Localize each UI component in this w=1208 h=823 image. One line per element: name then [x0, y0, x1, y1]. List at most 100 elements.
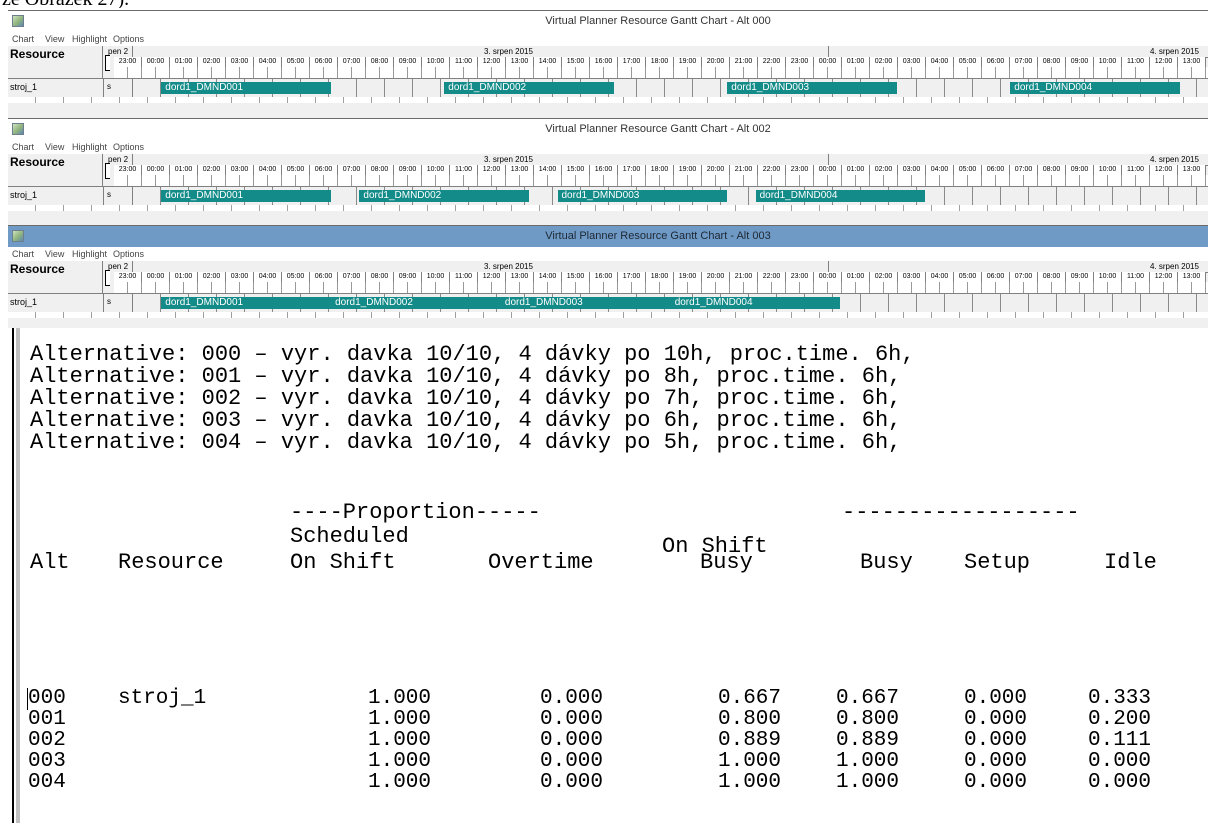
col-busy: Busy — [860, 550, 913, 575]
hour-label: 04:00 — [926, 57, 954, 67]
hour-label: 14:00 — [534, 57, 562, 67]
cell-overtime: 0.000 — [540, 687, 604, 710]
hour-label: 18:00 — [646, 57, 674, 67]
hour-label: 01:00 — [170, 272, 198, 282]
hour-label: 12:00 — [1150, 57, 1178, 67]
hour-label: 00:00 — [814, 272, 842, 282]
window-titlebar[interactable]: Virtual Planner Resource Gantt Chart - A… — [8, 118, 1208, 140]
hour-label: 14:00 — [534, 272, 562, 282]
menu-chart[interactable]: Chart — [12, 34, 34, 44]
report-border-shade — [16, 328, 20, 823]
alternative-line: Alternative: 002 – vyr. davka 10/10, 4 d… — [30, 386, 902, 411]
resource-row[interactable]: stroj_1 s dord1_DMND001 dord1_DMND002 dord… — [8, 78, 1208, 97]
hour-label: 15:00 — [562, 165, 590, 175]
menu-options[interactable]: Options — [113, 249, 144, 259]
menu-highlight[interactable]: Highlight — [72, 142, 107, 152]
window-titlebar[interactable]: Virtual Planner Resource Gantt Chart - A… — [8, 10, 1208, 32]
hour-label: 20:00 — [702, 165, 730, 175]
gantt-bar[interactable]: dord1_DMND003 — [727, 82, 898, 94]
cell-overtime: 0.000 — [540, 771, 604, 794]
hour-label: 12:00 — [478, 272, 506, 282]
cell-setup: 0.000 — [964, 729, 1028, 752]
hour-label: 07:00 — [1010, 272, 1038, 282]
menu-options[interactable]: Options — [113, 142, 144, 152]
cell-on-shift: 1.000 — [368, 708, 432, 731]
gantt-window-2[interactable]: Virtual Planner Resource Gantt Chart - A… — [8, 225, 1208, 329]
gantt-bar[interactable]: dord1_DMND002 — [444, 82, 615, 94]
menu-view[interactable]: View — [45, 142, 64, 152]
hour-label: 00:00 — [142, 272, 170, 282]
hour-label: 11:00 — [450, 165, 478, 175]
hour-label: 01:00 — [842, 272, 870, 282]
menu-highlight[interactable]: Highlight — [72, 34, 107, 44]
gantt-window-1[interactable]: Virtual Planner Resource Gantt Chart - A… — [8, 118, 1208, 226]
cell-resource: stroj_1 — [118, 687, 207, 710]
col-on-shift: On Shift — [290, 550, 396, 575]
menu-highlight[interactable]: Highlight — [72, 249, 107, 259]
hour-label: 02:00 — [870, 57, 898, 67]
gantt-bar[interactable]: dord1_DMND004 — [755, 190, 926, 202]
gantt-bar[interactable]: dord1_DMND002 — [331, 297, 501, 309]
gantt-bar[interactable]: dord1_DMND003 — [557, 190, 728, 202]
menu-chart[interactable]: Chart — [12, 249, 34, 259]
resource-name: stroj_1 — [10, 190, 38, 200]
day-label-1: 3. srpen 2015 — [484, 155, 533, 164]
gantt-bar[interactable]: dord1_DMND001 — [161, 82, 332, 94]
hour-label: 08:00 — [1038, 165, 1066, 175]
hour-label: 13:00 — [1178, 57, 1206, 67]
window-title: Virtual Planner Resource Gantt Chart - A… — [545, 123, 771, 135]
hour-label: 01:00 — [170, 57, 198, 67]
gantt-bar[interactable]: dord1_DMND001 — [161, 190, 332, 202]
cell-on-shift-busy: 1.000 — [718, 771, 782, 794]
menu-chart[interactable]: Chart — [12, 142, 34, 152]
hour-label: 11:00 — [450, 57, 478, 67]
cell-busy: 0.800 — [836, 708, 900, 731]
document-fragment: ze Obrazek 27). — [0, 0, 1208, 8]
hour-label: 15:00 — [562, 57, 590, 67]
day-divider — [828, 46, 829, 57]
gantt-bar[interactable]: dord1_DMND003 — [500, 297, 671, 309]
hour-label: 00:00 — [814, 57, 842, 67]
resource-row[interactable]: stroj_1 s dord1_DMND001 dord1_DMND002 dord… — [8, 186, 1208, 205]
hour-label: 03:00 — [226, 272, 254, 282]
row-subgrid — [8, 97, 1208, 103]
gantt-bar[interactable]: dord1_DMND004 — [1010, 82, 1181, 94]
hour-label: 21:00 — [730, 165, 758, 175]
gantt-window-0[interactable]: Virtual Planner Resource Gantt Chart - A… — [8, 10, 1208, 118]
hour-label: 02:00 — [870, 165, 898, 175]
menu-options[interactable]: Options — [113, 34, 144, 44]
gantt-bar[interactable]: dord1_DMND002 — [359, 190, 530, 202]
hour-label: 11:00 — [1122, 165, 1150, 175]
window-title: Virtual Planner Resource Gantt Chart - A… — [545, 230, 771, 242]
hour-label: 03:00 — [226, 165, 254, 175]
hour-label: 05:00 — [282, 272, 310, 282]
resource-header[interactable]: Resource — [10, 154, 103, 186]
hour-label: 23:00 — [114, 165, 142, 175]
resource-row[interactable]: stroj_1 s dord1_DMND001 dord1_DMND002 dord… — [8, 293, 1208, 312]
hour-label: 06:00 — [310, 57, 338, 67]
menu-view[interactable]: View — [45, 249, 64, 259]
cell-setup: 0.000 — [964, 708, 1028, 731]
cell-setup: 0.000 — [964, 771, 1028, 794]
cell-idle: 0.111 — [1088, 729, 1152, 752]
cell-on-shift: 1.000 — [368, 750, 432, 773]
resource-header[interactable]: Resource — [10, 46, 103, 78]
window-titlebar[interactable]: Virtual Planner Resource Gantt Chart - A… — [8, 225, 1208, 247]
hour-label: 09:00 — [1066, 165, 1094, 175]
resource-header[interactable]: Resource — [10, 261, 103, 293]
cell-overtime: 0.000 — [540, 750, 604, 773]
menu-view[interactable]: View — [45, 34, 64, 44]
hour-label: 13:00 — [1178, 165, 1206, 175]
gantt-bar[interactable]: dord1_DMND001 — [161, 297, 332, 309]
hour-label: 10:00 — [422, 57, 450, 67]
gantt-bar[interactable]: dord1_DMND004 — [670, 297, 841, 309]
hour-label: 06:00 — [982, 272, 1010, 282]
col-scheduled: Scheduled — [290, 524, 409, 549]
hour-label: 16:00 — [590, 165, 618, 175]
row-start-cell: s — [103, 187, 133, 205]
alternative-line: Alternative: 004 – vyr. davka 10/10, 4 d… — [30, 430, 902, 455]
hour-label: 06:00 — [982, 57, 1010, 67]
hour-label: 01:00 — [170, 165, 198, 175]
hour-label: 10:00 — [422, 165, 450, 175]
hour-label: 07:00 — [338, 57, 366, 67]
